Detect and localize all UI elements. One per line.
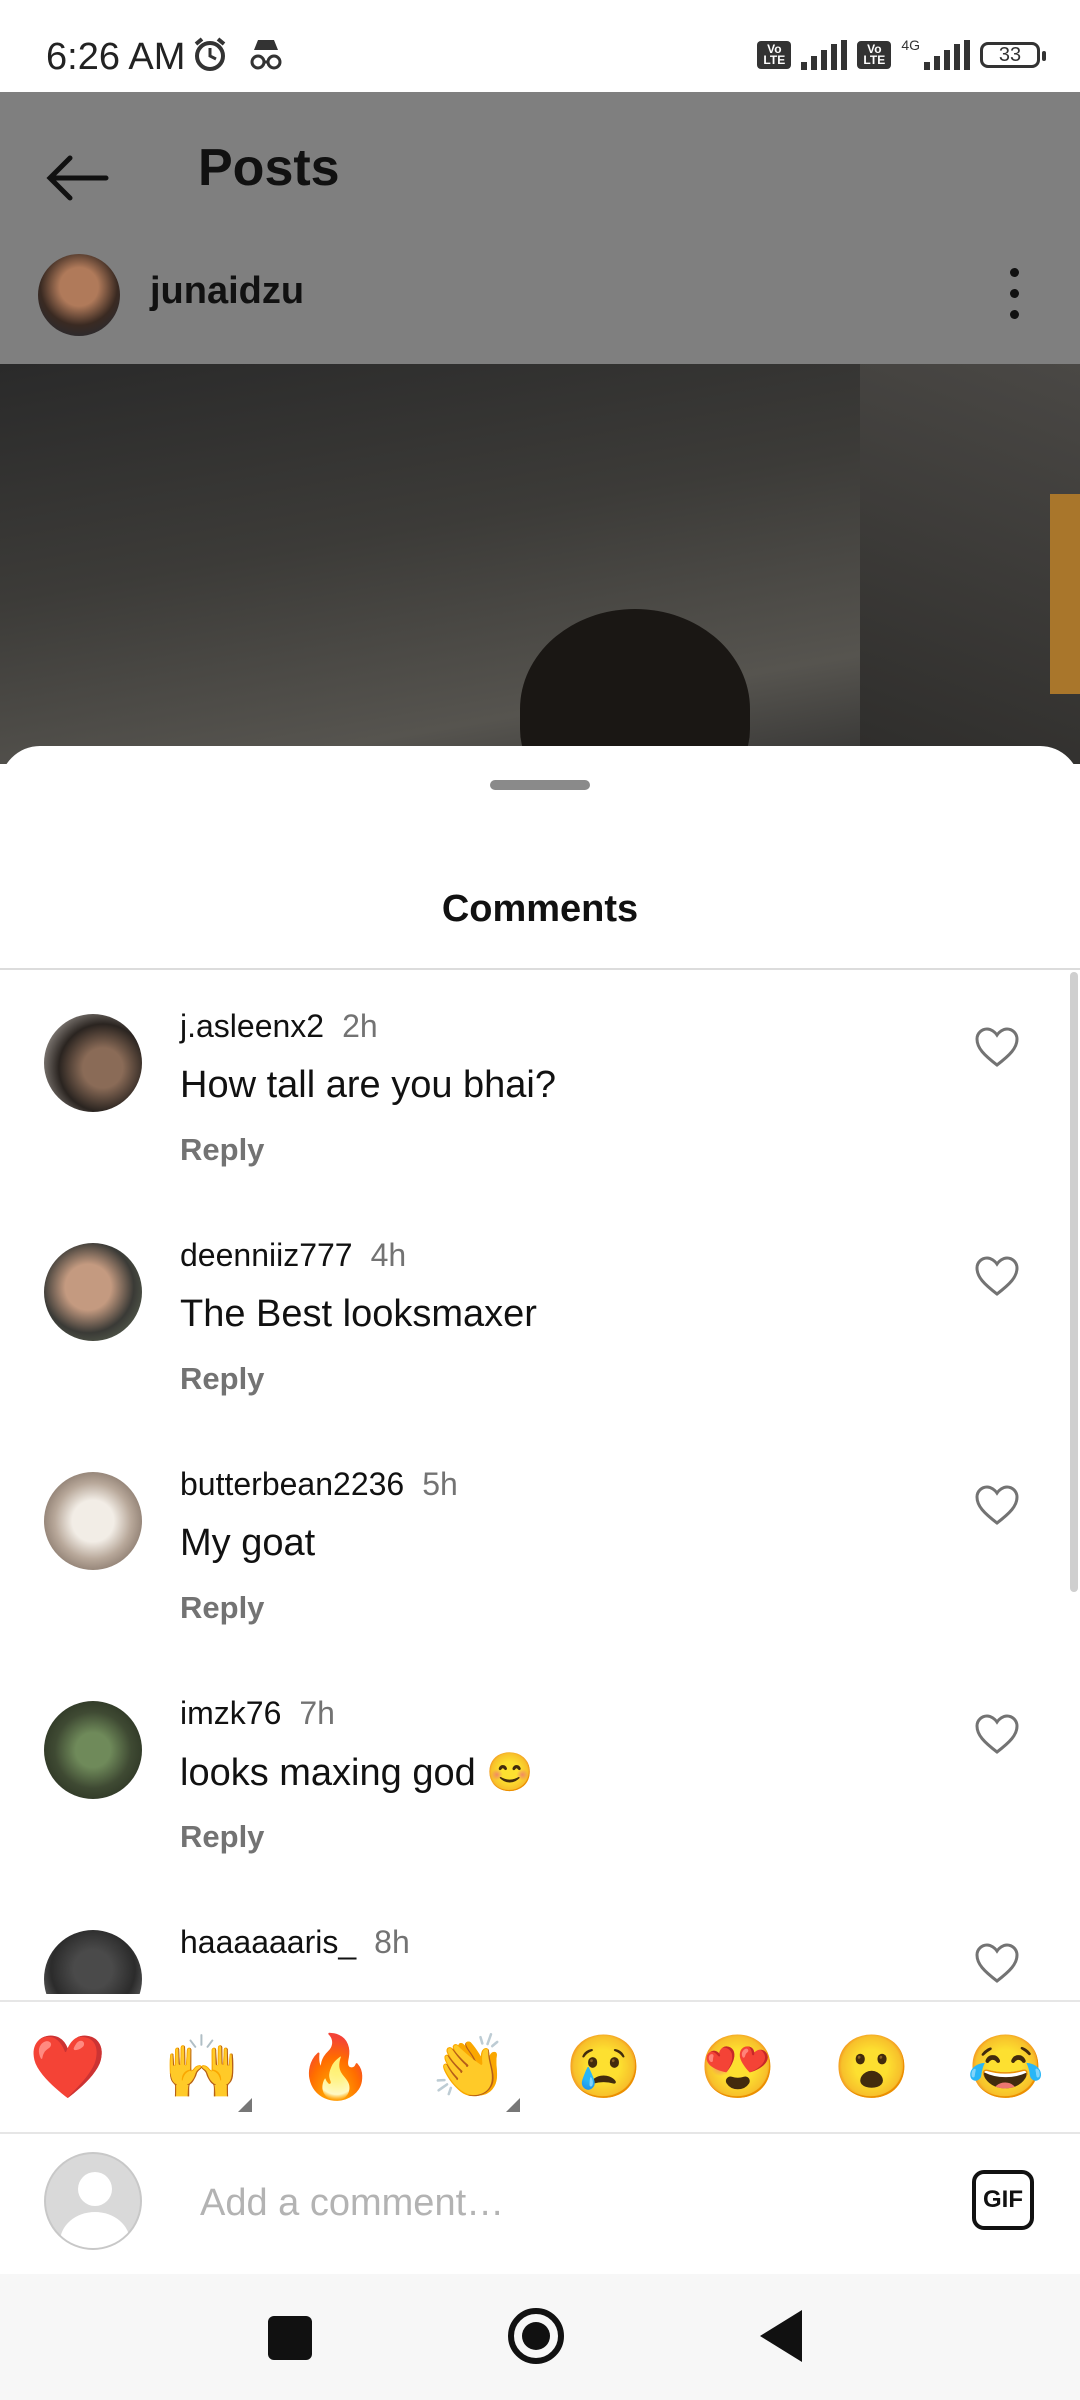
post-image [0, 364, 1080, 764]
reply-button[interactable]: Reply [180, 1590, 264, 1626]
signal-icon-2 [924, 40, 970, 70]
comments-title: Comments [441, 888, 639, 930]
comment-item: j.asleenx2 2h How tall are you bhai? Repl… [0, 972, 1080, 1201]
comment-item: imzk76 7h looks maxing god 😊 Reply [0, 1659, 1080, 1888]
emoji-cry-icon[interactable]: 😢 [564, 2028, 644, 2108]
reply-button[interactable]: Reply [180, 1361, 264, 1397]
comment-username[interactable]: butterbean2236 [180, 1466, 404, 1502]
comment-composer: GIF [0, 2134, 1080, 2274]
post-author-avatar[interactable] [38, 254, 120, 336]
heart-icon[interactable] [974, 1255, 1020, 1297]
comment-meta: deenniiz777 4h [180, 1237, 406, 1274]
comment-meta: j.asleenx2 2h [180, 1008, 378, 1045]
comment-text: looks maxing god 😊 [180, 1752, 534, 1794]
emoji-heart-icon[interactable]: ❤️ [28, 2028, 108, 2108]
comment-meta: imzk76 7h [180, 1695, 335, 1732]
emoji-fire-icon[interactable]: 🔥 [296, 2028, 376, 2108]
avatar[interactable] [44, 1701, 142, 1799]
avatar[interactable] [44, 1243, 142, 1341]
comment-username[interactable]: imzk76 [180, 1695, 281, 1731]
comment-username[interactable]: j.asleenx2 [180, 1008, 324, 1044]
status-right: Vo LTE Vo LTE 4G 33 [757, 37, 1046, 70]
comment-time: 8h [374, 1924, 410, 1960]
comment-text: How tall are you bhai? [180, 1064, 556, 1106]
recents-square-icon[interactable] [268, 2316, 312, 2360]
battery-icon: 33 [980, 42, 1046, 68]
volte-icon-2: Vo LTE [857, 41, 892, 69]
sheet-drag-handle[interactable] [490, 780, 590, 790]
more-vertical-icon[interactable] [1008, 268, 1020, 320]
heart-icon[interactable] [974, 1942, 1020, 1984]
divider [0, 968, 1080, 970]
signal-icon [801, 40, 848, 70]
reply-button[interactable]: Reply [180, 1819, 264, 1855]
comment-time: 2h [342, 1008, 378, 1044]
comment-item: deenniiz777 4h The Best looksmaxer Reply [0, 1201, 1080, 1430]
back-triangle-icon[interactable] [760, 2310, 802, 2362]
status-bar: 6:26 AM Vo LTE Vo LTE 4G 33 [0, 0, 1080, 92]
post-header: Posts junaidzu [0, 92, 1080, 364]
avatar[interactable] [44, 1930, 142, 1994]
scrollbar[interactable] [1070, 972, 1078, 1592]
comment-meta: butterbean2236 5h [180, 1466, 458, 1503]
reply-button[interactable]: Reply [180, 1132, 264, 1168]
post-author-username[interactable]: junaidzu [150, 270, 304, 313]
emoji-heart-eyes-icon[interactable]: 😍 [698, 2028, 778, 2108]
heart-icon[interactable] [974, 1484, 1020, 1526]
heart-icon[interactable] [974, 1713, 1020, 1755]
avatar[interactable] [44, 1472, 142, 1570]
gif-button[interactable]: GIF [972, 2170, 1034, 2230]
comment-input[interactable] [198, 2172, 902, 2234]
comment-username[interactable]: deenniiz777 [180, 1237, 353, 1273]
comment-meta: haaaaaaris_ 8h [180, 1924, 410, 1961]
emoji-raised-hands-glyph: 🙌 [163, 2033, 241, 2102]
battery-level: 33 [998, 43, 1022, 66]
home-circle-icon[interactable] [508, 2308, 564, 2364]
status-time: 6:26 AM [46, 36, 186, 78]
comment-item: butterbean2236 5h My goat Reply [0, 1430, 1080, 1659]
my-avatar [44, 2152, 142, 2250]
system-nav-bar [0, 2274, 1080, 2400]
network-type: 4G [901, 37, 920, 53]
comment-time: 4h [370, 1237, 407, 1273]
comments-list[interactable]: j.asleenx2 2h How tall are you bhai? Repl… [0, 972, 1080, 1994]
comment-item: haaaaaaris_ 8h [0, 1888, 1080, 1994]
avatar[interactable] [44, 1014, 142, 1112]
comment-text: The Best looksmaxer [180, 1293, 537, 1335]
emoji-surprised-icon[interactable]: 😮 [832, 2028, 912, 2108]
emoji-bar: ❤️ 🙌 🔥 👏 😢 😍 😮 😂 [0, 2000, 1080, 2134]
incognito-icon [250, 40, 282, 70]
emoji-clap-glyph: 👏 [431, 2033, 509, 2102]
alarm-icon [194, 37, 226, 71]
volte-icon: Vo LTE [757, 41, 792, 69]
comment-time: 5h [422, 1466, 458, 1502]
page-title: Posts [198, 139, 340, 197]
heart-icon[interactable] [974, 1026, 1020, 1068]
emoji-raised-hands-icon[interactable]: 🙌 [162, 2028, 252, 2112]
comment-time: 7h [299, 1695, 335, 1731]
emoji-laugh-icon[interactable]: 😂 [966, 2028, 1046, 2108]
back-arrow-icon[interactable] [42, 148, 112, 208]
comment-username[interactable]: haaaaaaris_ [180, 1924, 356, 1960]
comment-text: My goat [180, 1522, 316, 1564]
emoji-clap-icon[interactable]: 👏 [430, 2028, 520, 2112]
